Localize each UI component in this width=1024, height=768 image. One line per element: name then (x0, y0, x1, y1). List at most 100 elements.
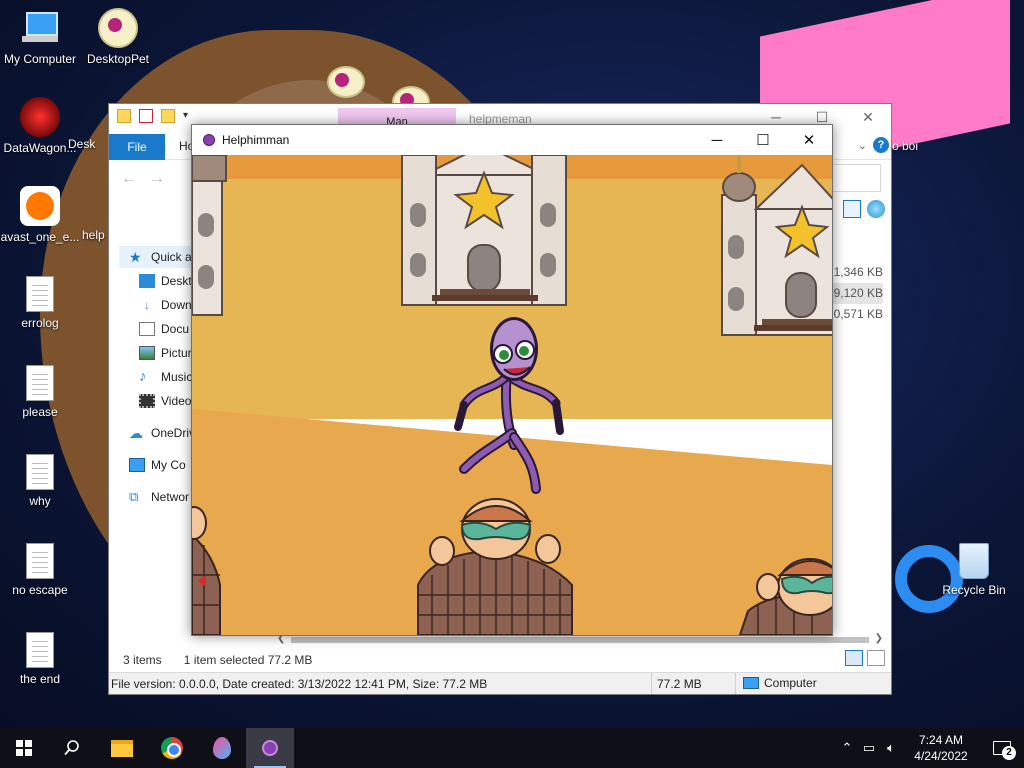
back-icon[interactable]: ← (121, 170, 137, 188)
maximize-icon[interactable]: ☐ (740, 125, 786, 155)
nav-item-label: Docu (161, 322, 190, 336)
sheep-pet-icon[interactable] (327, 66, 365, 98)
file-size[interactable]: 1,346 KB (829, 262, 883, 283)
file-size[interactable]: 9,120 KB (829, 283, 883, 304)
text-file-icon (26, 454, 54, 490)
search-input[interactable] (831, 164, 881, 192)
network-icon[interactable]: ▭ (858, 740, 880, 756)
app-icon (203, 134, 215, 146)
desktop-icon-my-computer[interactable]: My Computer (0, 8, 80, 66)
forward-icon[interactable]: → (149, 170, 165, 188)
window-title: Helphimman (222, 133, 290, 147)
properties-icon[interactable] (139, 109, 153, 123)
large-icons-view-icon[interactable] (867, 650, 885, 666)
desktop-icon-label: DesktopPet (86, 52, 150, 66)
desktop-icon-label: errolog (21, 316, 59, 330)
help-icon[interactable]: ? (873, 137, 889, 153)
volume-icon[interactable]: 🔈︎ (880, 740, 902, 756)
location-label: Computer (764, 676, 817, 690)
taskbar-chrome[interactable] (148, 728, 196, 768)
close-icon[interactable]: ✕ (845, 104, 891, 130)
computer-icon (20, 8, 60, 48)
system-tray: ⌃ ▭ 🔈︎ 7:24 AM 4/24/2022 2 (836, 728, 1024, 768)
chevron-up-icon[interactable]: ⌃ (836, 740, 858, 756)
file-details: File version: 0.0.0.0, Date created: 3/1… (111, 677, 488, 691)
pictures-icon (139, 346, 155, 360)
minimize-icon[interactable]: ─ (694, 125, 740, 155)
star-icon: ★ (129, 249, 142, 265)
desktop-icon-label: My Computer (3, 52, 77, 66)
desktop-icon-o-boi[interactable]: o boi (892, 139, 932, 153)
nav-item-documents[interactable]: Docu (139, 318, 189, 340)
scrollbar-thumb[interactable] (291, 637, 869, 643)
nav-item-label: Video (161, 394, 192, 408)
nav-item-music[interactable]: ♪ Music (139, 366, 192, 388)
details-bar: File version: 0.0.0.0, Date created: 3/1… (109, 672, 891, 694)
church-building-center (401, 155, 567, 306)
taskbar: ⌃ ▭ 🔈︎ 7:24 AM 4/24/2022 2 (0, 728, 1024, 768)
quick-access-toolbar: ▾ (117, 109, 193, 123)
desktop-icon-help[interactable]: help (82, 228, 108, 242)
shell-icon[interactable] (867, 200, 885, 218)
nav-item-label: Networ (151, 490, 190, 504)
folder-icon[interactable] (117, 109, 131, 123)
desktop-icon-desk[interactable]: Desk (68, 137, 108, 151)
desktop-icon-errolog[interactable]: errolog (0, 276, 80, 330)
game-canvas[interactable] (192, 155, 832, 635)
nav-item-this-pc[interactable]: My Co (129, 454, 186, 476)
taskbar-file-explorer[interactable] (98, 728, 146, 768)
desktop-icon-desktoppet[interactable]: DesktopPet (78, 8, 158, 66)
view-switcher (845, 650, 885, 666)
nav-item-network[interactable]: ⧉ Networ (129, 486, 189, 508)
desktop-icon-label: Desk (68, 137, 96, 151)
view-layout-icon[interactable] (843, 200, 861, 218)
new-folder-icon[interactable] (161, 109, 175, 123)
taskbar-game[interactable] (246, 728, 294, 768)
text-file-icon (26, 365, 54, 401)
desktop-icon-please[interactable]: please (0, 365, 80, 419)
desktop-icon-avast[interactable]: avast_one_e... (0, 186, 80, 244)
nav-item-quick-access[interactable]: ★ Quick a (129, 246, 192, 268)
desktop-icon-label: the end (19, 672, 61, 686)
file-size[interactable]: 0,571 KB (829, 304, 883, 325)
chevron-down-icon[interactable]: ▾ (183, 109, 193, 123)
details-view-icon[interactable] (845, 650, 863, 666)
divider (651, 673, 652, 694)
clock[interactable]: 7:24 AM 4/24/2022 (902, 732, 980, 764)
action-center-button[interactable]: 2 (980, 728, 1024, 768)
status-bar: 3 items 1 item selected 77.2 MB (123, 653, 312, 667)
search-icon (64, 740, 79, 756)
avast-icon (20, 186, 60, 226)
nav-item-videos[interactable]: Video (139, 390, 191, 412)
nav-item-label: Quick a (151, 250, 192, 264)
chevron-down-icon[interactable]: ⌄ (858, 139, 867, 152)
game-app-icon (262, 740, 278, 756)
document-icon (139, 322, 155, 336)
nav-arrows: ← → (121, 170, 165, 188)
nav-item-downloads[interactable]: ↓ Down (139, 294, 192, 316)
clock-time: 7:24 AM (918, 733, 964, 747)
nav-item-label: Down (161, 298, 192, 312)
close-icon[interactable]: ✕ (786, 125, 832, 155)
game-title-bar[interactable]: Helphimman ─ ☐ ✕ (192, 125, 832, 155)
balloon-icon (213, 737, 231, 759)
desktop-icon-recycle-bin[interactable]: Recycle Bin (934, 543, 1014, 597)
desktop-icon-label: DataWagon... (3, 141, 77, 155)
taskbar-balloon-app[interactable] (198, 728, 246, 768)
network-icon: ⧉ (129, 489, 139, 504)
nav-item-pictures[interactable]: Pictur (139, 342, 192, 364)
desktop-icon-no-escape[interactable]: no escape (0, 543, 80, 597)
scroll-right-icon[interactable]: ❯ (875, 633, 883, 644)
search-button[interactable] (48, 728, 96, 768)
desktop-icon (139, 274, 155, 288)
tab-file[interactable]: File (109, 134, 165, 160)
desktop-icon-the-end[interactable]: the end (0, 632, 80, 686)
nav-item-onedrive[interactable]: ☁ OneDriv (129, 422, 195, 444)
castle-tower-left (192, 155, 227, 316)
music-icon: ♪ (139, 368, 147, 385)
desktop-icon-label: no escape (12, 583, 68, 597)
desktop-icon-why[interactable]: why (0, 454, 80, 508)
nav-item-desktop[interactable]: Deskto (139, 270, 198, 292)
game-scene[interactable] (192, 155, 832, 635)
start-button[interactable] (0, 728, 48, 768)
